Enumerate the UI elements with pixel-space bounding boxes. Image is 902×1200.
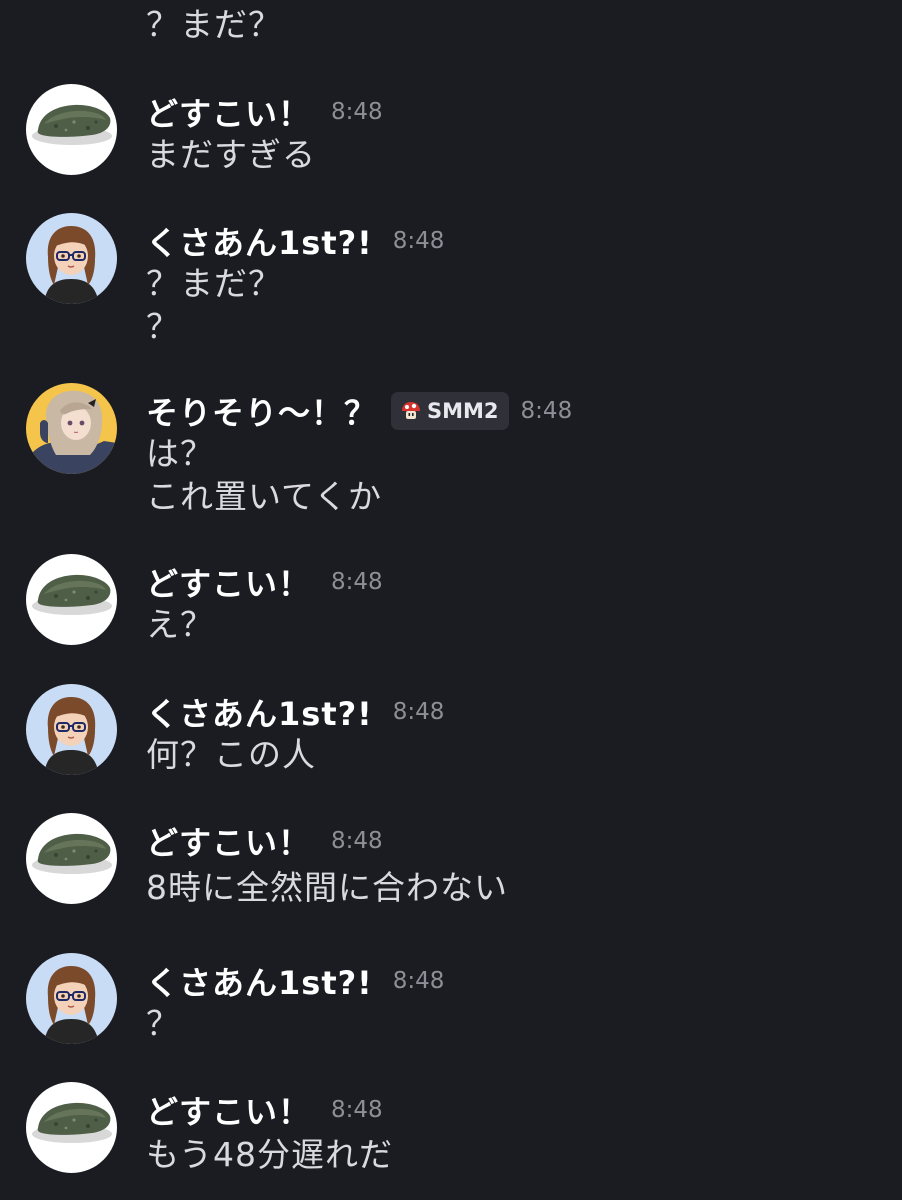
message-text: 何？この人 [146, 735, 316, 774]
role-tag[interactable]: SMM2 [391, 392, 509, 430]
timestamp: 8:48 [392, 699, 445, 725]
rock-avatar-icon [26, 554, 117, 645]
mushroom-icon [402, 402, 421, 419]
avatar[interactable] [26, 813, 117, 904]
chat-message-list: ？まだ？ どすこい！ 8:48 まだすぎる くさあん1st?! 8:48 ？まだ… [0, 0, 902, 1200]
message-text: ？まだ？ [146, 264, 282, 303]
username[interactable]: くさあん1st?! [146, 689, 373, 735]
timestamp: 8:48 [392, 228, 445, 254]
message-header: どすこい！ 8:48 [146, 819, 383, 863]
rock-avatar-icon [26, 1082, 117, 1173]
avatar[interactable] [26, 213, 117, 304]
message-text: ？ [146, 307, 180, 346]
username[interactable]: そりそり〜！？ [146, 388, 377, 434]
username[interactable]: どすこい！ [146, 818, 311, 864]
timestamp: 8:48 [331, 99, 383, 125]
avatar[interactable] [26, 684, 117, 775]
message-text: は？ [146, 434, 214, 473]
username[interactable]: どすこい！ [146, 1087, 311, 1133]
avatar[interactable] [26, 383, 117, 474]
avatar[interactable] [26, 554, 117, 645]
message-header: くさあん1st?! 8:48 [146, 959, 444, 1003]
girl-avatar-icon [26, 953, 117, 1044]
message-text: これ置いてくか [146, 477, 383, 516]
username[interactable]: くさあん1st?! [146, 958, 373, 1004]
timestamp: 8:48 [331, 828, 383, 854]
avatar[interactable] [26, 953, 117, 1044]
username[interactable]: くさあん1st?! [146, 218, 373, 264]
username[interactable]: どすこい！ [146, 559, 311, 605]
rock-avatar-icon [26, 813, 117, 904]
girl-avatar-icon [26, 213, 117, 304]
message-text: 8時に全然間に合わない [146, 868, 508, 907]
role-tag-label: SMM2 [427, 399, 499, 423]
timestamp: 8:48 [331, 1097, 383, 1123]
timestamp: 8:48 [520, 398, 573, 424]
message-header: どすこい！ 8:48 [146, 1088, 383, 1132]
message-header: どすこい！ 8:48 [146, 560, 383, 604]
message-header: そりそり〜！？ SMM2 8:48 [146, 389, 572, 433]
message-header: くさあん1st?! 8:48 [146, 690, 444, 734]
timestamp: 8:48 [392, 968, 445, 994]
username[interactable]: どすこい！ [146, 89, 311, 135]
message-header: どすこい！ 8:48 [146, 90, 383, 134]
avatar[interactable] [26, 1082, 117, 1173]
rock-avatar-icon [26, 84, 117, 175]
message-text-fragment: ？まだ？ [146, 5, 282, 44]
sori-avatar-icon [26, 383, 117, 474]
message-header: くさあん1st?! 8:48 [146, 219, 444, 263]
message-text: え？ [146, 605, 214, 644]
message-text: まだすぎる [146, 135, 316, 174]
message-text: もう48分遅れだ [146, 1135, 394, 1174]
message-text: ？ [146, 1004, 180, 1043]
timestamp: 8:48 [331, 569, 383, 595]
avatar[interactable] [26, 84, 117, 175]
girl-avatar-icon [26, 684, 117, 775]
